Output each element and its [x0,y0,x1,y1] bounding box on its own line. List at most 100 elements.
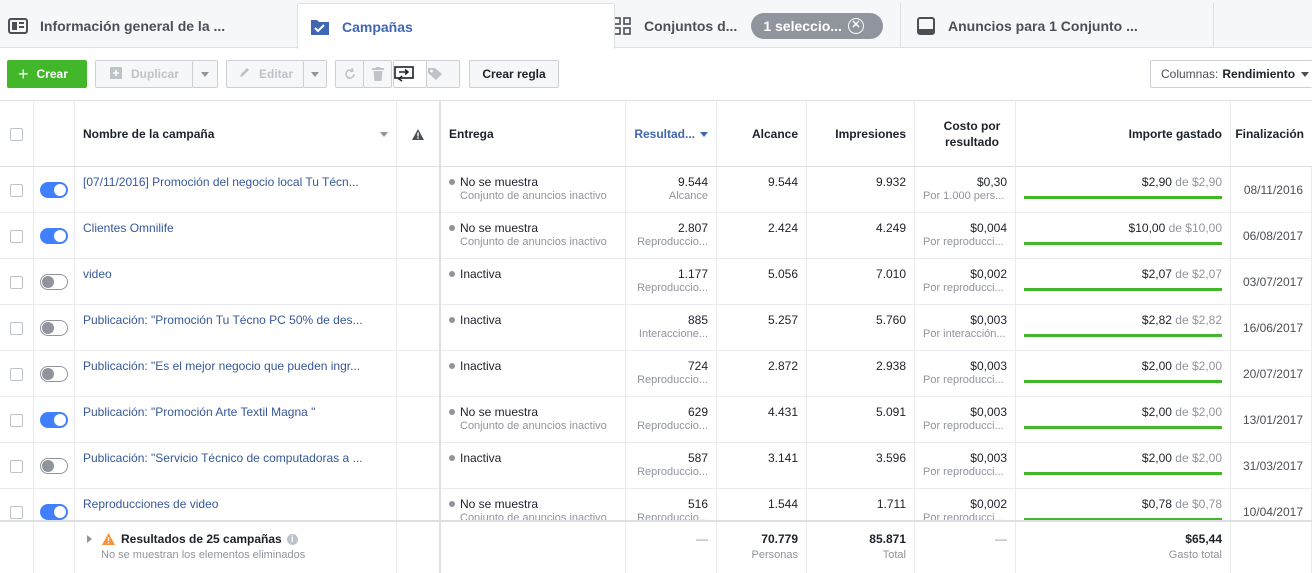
tag-button[interactable] [426,60,460,88]
toolbar: + Crear Duplicar Editar Crear regla Colu… [0,48,1312,100]
row-reach-cell: 2.872 [717,351,807,397]
row-checkbox[interactable] [10,367,23,381]
table-row[interactable]: video Inactiva 1.177 Reproduccio... 5.05… [0,259,1312,305]
row-warning-cell [397,167,441,213]
header-amount-spent[interactable]: Importe gastado [1016,101,1231,167]
duplicate-dropdown-button[interactable] [192,60,218,88]
edit-dropdown-button[interactable] [303,60,327,88]
header-cost-per-result[interactable]: Costo por resultado [915,101,1016,167]
select-all-cell [0,101,34,167]
end-date-value: 03/07/2017 [1242,275,1303,289]
table-row[interactable]: Publicación: "Es el mejor negocio que pu… [0,351,1312,397]
row-checkbox[interactable] [10,229,23,243]
row-warning-cell [397,443,441,489]
campaign-toggle[interactable] [40,228,68,244]
campaign-name-link[interactable]: Publicación: "Es el mejor negocio que pu… [83,359,383,373]
status-dot-icon [449,317,455,323]
create-rule-button[interactable]: Crear regla [469,60,559,88]
campaign-toggle[interactable] [40,182,68,198]
header-name[interactable]: Nombre de la campaña [75,101,397,167]
tab-adsets[interactable]: Conjuntos d... 1 seleccio... ✕ [599,3,909,48]
create-button[interactable]: + Crear [7,60,87,88]
tab-overview[interactable]: Información general de la ... [0,3,300,48]
campaign-toggle[interactable] [40,412,68,428]
ab-test-button[interactable] [393,60,427,88]
overview-icon [8,17,28,35]
row-end-cell: 08/11/2016 [1231,167,1312,213]
campaign-toggle[interactable] [40,274,68,290]
row-checkbox[interactable] [10,505,23,519]
summary-results-cell: — [626,522,717,573]
duplicate-button[interactable]: Duplicar [95,60,193,88]
budget-amount: $2,07 [1191,267,1222,281]
row-spent-cell: $2,00 de $2,00 [1016,351,1231,397]
table-body: [07/11/2016] Promoción del negocio local… [0,167,1312,520]
row-checkbox[interactable] [10,321,23,335]
status-dot-icon [449,455,455,461]
row-checkbox[interactable] [10,275,23,289]
campaign-name-link[interactable]: Publicación: "Promoción Tu Técno PC 50% … [83,313,383,327]
campaign-toggle[interactable] [40,504,68,520]
summary-reach-value: 70.779 [761,532,798,546]
row-select-cell [0,167,34,213]
info-icon[interactable]: i [286,533,298,545]
row-toggle-cell [34,351,75,397]
campaign-name-link[interactable]: [07/11/2016] Promoción del negocio local… [83,175,383,189]
campaign-toggle[interactable] [40,320,68,336]
impressions-value: 2.938 [875,359,906,373]
status-dot-icon [449,225,455,231]
end-date-value: 13/01/2017 [1242,413,1303,427]
clear-selection-icon[interactable]: ✕ [847,17,864,34]
row-checkbox[interactable] [10,413,23,427]
cost-type: Por reproducci... [923,374,1004,386]
tab-campaigns[interactable]: Campañas [297,3,615,49]
header-spent-label: Importe gastado [1128,127,1222,141]
table-row[interactable]: Publicación: "Servicio Técnico de comput… [0,443,1312,489]
header-end-date[interactable]: Finalización [1231,101,1312,167]
table-row[interactable]: Reproducciones de video No se muestra Co… [0,489,1312,520]
summary-title-label: Resultados de 25 campañas [121,532,282,546]
row-cost-cell: $0,003 Por reproducci... [915,443,1016,489]
edit-button[interactable]: Editar [226,60,304,88]
columns-dropdown[interactable]: Columnas: Rendimiento [1150,60,1312,88]
row-impressions-cell: 5.760 [807,305,915,351]
duplicate-icon [109,66,123,83]
spent-value: $2,00 de $2,00 [1142,405,1222,419]
campaign-toggle[interactable] [40,366,68,382]
campaign-name-link[interactable]: Clientes Omnilife [83,221,383,235]
header-delivery[interactable]: Entrega [441,101,626,167]
header-warnings[interactable] [397,101,441,167]
campaign-table: Nombre de la campaña Entrega Resultad...… [0,100,1312,573]
budget-amount: $2,00 [1191,405,1222,419]
spent-value: $2,00 de $2,00 [1142,451,1222,465]
campaign-toggle[interactable] [40,458,68,474]
campaign-name-link[interactable]: Publicación: "Servicio Técnico de comput… [83,451,383,465]
status-dot-icon [449,271,455,277]
cost-type: Por reproducci... [923,236,1004,248]
header-impressions[interactable]: Impresiones [807,101,915,167]
row-cost-cell: $0,003 Por interacción... [915,305,1016,351]
header-reach[interactable]: Alcance [717,101,807,167]
delete-button[interactable] [363,60,392,88]
row-impressions-cell: 4.249 [807,213,915,259]
revert-button[interactable] [335,60,364,88]
campaign-name-link[interactable]: Reproducciones de video [83,497,383,511]
header-results[interactable]: Resultad... [626,101,717,167]
table-row[interactable]: Publicación: "Promoción Tu Técno PC 50% … [0,305,1312,351]
select-all-checkbox[interactable] [10,127,23,141]
campaign-name-link[interactable]: Publicación: "Promoción Arte Textil Magn… [83,405,383,419]
table-row[interactable]: [07/11/2016] Promoción del negocio local… [0,167,1312,213]
summary-title[interactable]: Resultados de 25 campañas i [87,532,298,546]
status-dot-icon [449,409,455,415]
campaign-name-link[interactable]: video [83,267,383,281]
impressions-value: 1.711 [876,497,906,511]
table-row[interactable]: Clientes Omnilife No se muestra Conjunto… [0,213,1312,259]
row-checkbox[interactable] [10,459,23,473]
tab-ads[interactable]: Anuncios para 1 Conjunto ... [900,3,1214,48]
summary-title-cell[interactable]: Resultados de 25 campañas i No se muestr… [75,522,397,573]
delivery-status: Inactiva [449,451,501,465]
table-row[interactable]: Publicación: "Promoción Arte Textil Magn… [0,397,1312,443]
selection-pill[interactable]: 1 seleccio... ✕ [751,12,884,39]
spent-of: de [1168,221,1182,235]
row-checkbox[interactable] [10,183,23,197]
